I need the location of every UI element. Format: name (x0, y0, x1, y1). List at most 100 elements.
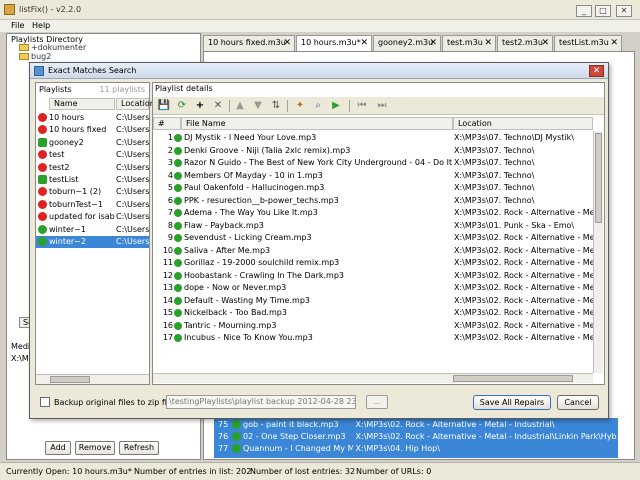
status-entries: Number of entries in list: 202 (134, 467, 252, 476)
save-icon[interactable]: 💾 (157, 99, 171, 113)
column-location[interactable]: Location (116, 98, 155, 110)
horizontal-scrollbar[interactable] (153, 373, 593, 383)
error-icon (38, 187, 47, 197)
close-tab-icon[interactable]: ✕ (429, 36, 437, 50)
refresh-button[interactable]: Refresh (119, 441, 159, 455)
column-number[interactable]: # (153, 117, 181, 130)
browse-button[interactable]: ... (366, 395, 388, 409)
close-tab-icon[interactable]: ✕ (283, 36, 291, 50)
error-icon (38, 150, 47, 160)
media-value: X:\M (11, 354, 29, 363)
playlist-tabs: 10 hours fixed.m3u ✕ 10 hours.m3u* ✕ goone… (203, 35, 635, 51)
add-icon[interactable]: + (193, 99, 207, 113)
remove-button[interactable]: Remove (75, 441, 115, 455)
table-row[interactable]: 10 Saliva - After Me.mp3 X:\MP3s\02. Rock … (153, 245, 593, 258)
playlist-details-panel: Playlist details 💾 ⟳ + ✕ ▲ ▼ ⇅ ✦ ⌕ ▶ ⏮ ⏭… (152, 82, 605, 385)
table-row[interactable]: 2 Denki Groove - Niji (Talia 2xlc remix).… (153, 145, 593, 158)
window-title: listFix() - v2.2.0 (19, 5, 82, 14)
table-row[interactable]: 16 Tantric - Mourning.mp3 X:\MP3s\02. Rock… (153, 320, 593, 333)
tree-item[interactable]: +dokumenter (19, 43, 86, 52)
locate-icon[interactable]: ⌕ (311, 99, 325, 113)
close-tab-icon[interactable]: ✕ (484, 36, 492, 50)
playlist-row[interactable]: winter~1 C:\Users (36, 224, 149, 236)
minimize-button[interactable]: _ (576, 5, 592, 17)
exact-matches-dialog: Exact Matches Search ✕ Playlists 11 play… (29, 62, 609, 419)
toolbar-separator (287, 100, 288, 112)
table-row[interactable]: 6 PPK - resurection__b-power_techs.mp3 X:\… (153, 195, 593, 208)
table-row[interactable]: 77Quannum - I Changed My Mind (... X:\MP… (218, 444, 440, 455)
delete-icon[interactable]: ✕ (211, 99, 225, 113)
close-tab-icon[interactable]: ✕ (610, 36, 618, 50)
maximize-button[interactable]: □ (595, 5, 611, 17)
table-row[interactable]: 4 Members Of Mayday - 10 in 1.mp3 X:\MP3s\… (153, 170, 593, 183)
column-name[interactable]: Name (49, 98, 115, 110)
app-icon (4, 4, 15, 15)
close-button[interactable]: ✕ (616, 5, 632, 17)
play-icon[interactable]: ▶ (329, 99, 343, 113)
previous-icon[interactable]: ⏮ (355, 99, 369, 113)
folder-icon (19, 44, 29, 51)
backup-label: Backup original files to zip file: (54, 398, 177, 407)
tab-testlist[interactable]: testList.m3u ✕ (554, 35, 622, 51)
table-row[interactable]: 9 Sevendust - Licking Cream.mp3 X:\MP3s\02… (153, 232, 593, 245)
table-row[interactable]: 13 dope - Now or Never.mp3 X:\MP3s\02. Roc… (153, 282, 593, 295)
table-row[interactable]: 14 Default - Wasting My Time.mp3 X:\MP3s\0… (153, 295, 593, 308)
playlist-row[interactable]: toburn~1 (2) C:\Users (36, 186, 149, 198)
column-location[interactable]: Location (453, 117, 593, 130)
playlist-row[interactable]: gooney2 C:\Users (36, 137, 149, 149)
table-row[interactable]: 1 DJ Mystik - I Need Your Love.mp3 X:\MP3s… (153, 132, 593, 145)
table-row[interactable]: 17 Incubus - Nice To Know You.mp3 X:\MP3s\… (153, 332, 593, 345)
tab-gooney2[interactable]: gooney2.m3u ✕ (373, 35, 441, 51)
table-row[interactable]: 15 Nickelback - Too Bad.mp3 X:\MP3s\02. Ro… (153, 307, 593, 320)
tab-10-hours-fixed[interactable]: 10 hours fixed.m3u ✕ (203, 35, 295, 51)
table-row[interactable]: 7 Adema - The Way You Like It.mp3 X:\MP3s\… (153, 207, 593, 220)
column-file-name[interactable]: File Name (181, 117, 453, 130)
scroll-thumb[interactable] (50, 376, 90, 383)
dialog-close-button[interactable]: ✕ (589, 65, 604, 77)
playlist-row[interactable]: test2 C:\Users (36, 162, 149, 174)
move-down-icon[interactable]: ▼ (251, 99, 265, 113)
move-up-icon[interactable]: ▲ (233, 99, 247, 113)
vertical-scrollbar[interactable] (593, 131, 603, 373)
table-row[interactable]: 5 Paul Oakenfold - Hallucinogen.mp3 X:\MP3… (153, 182, 593, 195)
table-row[interactable]: 76 02 - One Step Closer.mp3 X:\MP3s\02. R… (218, 432, 624, 443)
check-icon (38, 175, 47, 184)
playlist-row[interactable]: testList C:\Users (36, 174, 149, 186)
table-row[interactable]: 3 Razor N Guido - The Best of New York Ci… (153, 157, 593, 170)
tab-test[interactable]: test.m3u ✕ (442, 35, 496, 51)
playlist-row[interactable]: 10 hours C:\Users (36, 112, 149, 124)
horizontal-scrollbar[interactable] (36, 374, 149, 384)
table-row[interactable]: 12 Hoobastank - Crawling In The Dark.mp3 X… (153, 270, 593, 283)
next-icon[interactable]: ⏭ (375, 99, 389, 113)
close-tab-icon[interactable]: ✕ (360, 36, 368, 50)
table-row[interactable]: 8 Flaw - Payback.mp3 X:\MP3s\01. Punk - Sk… (153, 220, 593, 233)
tab-test2[interactable]: test2.m3u ✕ (497, 35, 553, 51)
dialog-icon (34, 66, 44, 76)
playlist-row[interactable]: test C:\Users (36, 149, 149, 161)
table-row[interactable]: 75 gob - paint it black.mp3 X:\MP3s\02. R… (218, 420, 555, 431)
save-all-repairs-button[interactable]: Save All Repairs (473, 395, 551, 410)
cancel-button[interactable]: Cancel (557, 395, 599, 410)
playlists-list-panel: Playlists 11 playlists Name Location 10 … (35, 82, 155, 385)
tab-10-hours[interactable]: 10 hours.m3u* ✕ (296, 35, 372, 51)
scroll-thumb[interactable] (453, 375, 573, 382)
playlist-row[interactable]: 10 hours fixed C:\Users (36, 124, 149, 136)
scroll-thumb[interactable] (595, 133, 602, 223)
check-icon (174, 134, 182, 142)
sort-icon[interactable]: ⇅ (269, 99, 283, 113)
tree-item[interactable]: bug2 (19, 52, 51, 61)
magic-fix-icon[interactable]: ✦ (293, 99, 307, 113)
close-tab-icon[interactable]: ✕ (541, 36, 549, 50)
table-row[interactable]: 11 Gorillaz - 19-2000 soulchild remix.mp3… (153, 257, 593, 270)
zip-path-field[interactable]: \testingPlaylists\playlist backup 2012-0… (166, 395, 356, 409)
playlist-row[interactable]: toburnTest~1 C:\Users (36, 199, 149, 211)
dialog-title-bar: Exact Matches Search ✕ (30, 63, 608, 79)
menu-help[interactable]: Help (32, 21, 50, 30)
error-icon (38, 212, 47, 222)
menu-file[interactable]: File (11, 21, 24, 30)
backup-checkbox[interactable] (40, 397, 50, 407)
playlist-row[interactable]: winter~2 C:\Users (36, 236, 149, 248)
refresh-icon[interactable]: ⟳ (175, 99, 189, 113)
add-button[interactable]: Add (45, 441, 71, 455)
playlist-row[interactable]: updated for isabel C:\Users (36, 211, 149, 223)
